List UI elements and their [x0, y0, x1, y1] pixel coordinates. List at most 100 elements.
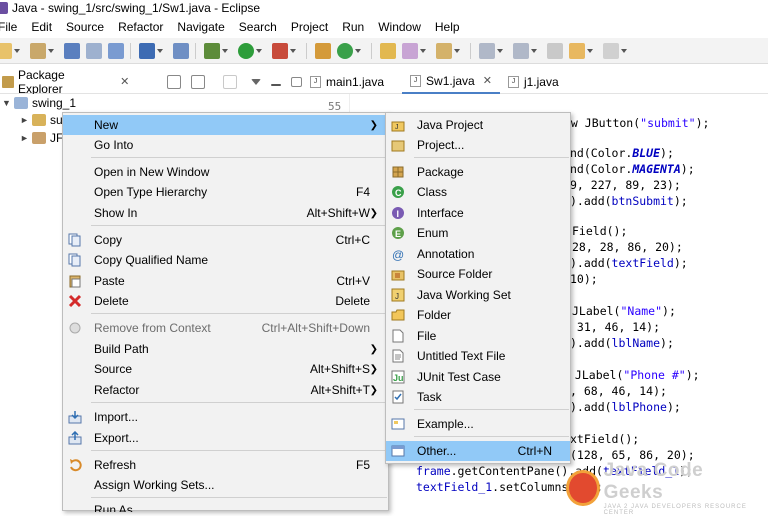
submenu-item-other[interactable]: Other... Ctrl+N: [386, 441, 570, 461]
focus-icon[interactable]: [223, 74, 238, 89]
shortcut-label: Ctrl+V: [336, 274, 370, 288]
submenu-item-folder[interactable]: Folder: [386, 305, 570, 325]
menu-item-show-in[interactable]: Show In Alt+Shift+W ❯: [63, 203, 388, 223]
menu-navigate[interactable]: Navigate: [177, 20, 224, 34]
menu-item-refresh[interactable]: Refresh F5: [63, 455, 388, 475]
dropdown-arrow-icon[interactable]: [48, 48, 54, 53]
package-explorer-tab[interactable]: Package Explorer: [18, 68, 112, 96]
submenu-item-java-project[interactable]: J Java Project: [386, 115, 570, 135]
submenu-item-enum[interactable]: E Enum: [386, 223, 570, 243]
previous-annotation-icon[interactable]: [513, 42, 529, 59]
tree-item-jre[interactable]: ► JF: [20, 131, 63, 145]
collapsed-arrow-icon[interactable]: ►: [20, 133, 32, 143]
submenu-item-class[interactable]: C Class: [386, 182, 570, 202]
forward-icon[interactable]: [603, 42, 619, 59]
tab-sw1-java[interactable]: J Sw1.java ✕: [402, 69, 500, 94]
submenu-item-file[interactable]: File: [386, 326, 570, 346]
menu-help[interactable]: Help: [435, 20, 460, 34]
print-icon[interactable]: [108, 42, 124, 59]
search-icon[interactable]: [402, 42, 418, 59]
external-tools-icon[interactable]: [272, 42, 288, 59]
dropdown-arrow-icon[interactable]: [222, 48, 228, 53]
submenu-item-source-folder[interactable]: Source Folder: [386, 264, 570, 284]
menu-item-delete[interactable]: Delete Delete: [63, 291, 388, 311]
close-icon[interactable]: ✕: [483, 74, 492, 87]
maximize-icon[interactable]: [291, 76, 303, 87]
menu-item-build-path[interactable]: Build Path ❯: [63, 339, 388, 359]
menu-source[interactable]: Source: [66, 20, 104, 34]
dropdown-arrow-icon[interactable]: [355, 48, 361, 53]
view-menu-icon[interactable]: [251, 78, 262, 85]
dropdown-arrow-icon[interactable]: [497, 48, 503, 53]
submenu-item-junit-test-case[interactable]: Ju JUnit Test Case: [386, 367, 570, 387]
dropdown-arrow-icon[interactable]: [587, 48, 593, 53]
menu-search[interactable]: Search: [239, 20, 277, 34]
submenu-item-example[interactable]: Example...: [386, 414, 570, 434]
submenu-item-java-working-set[interactable]: J Java Working Set: [386, 285, 570, 305]
tree-item-src[interactable]: ► su: [20, 113, 63, 127]
open-type-icon[interactable]: [380, 42, 396, 59]
code-line: , 68, 46, 14);: [570, 384, 667, 398]
last-edit-icon[interactable]: [547, 42, 563, 59]
menu-window[interactable]: Window: [378, 20, 421, 34]
dropdown-arrow-icon[interactable]: [420, 48, 426, 53]
new-wizard-icon[interactable]: [0, 42, 12, 59]
submenu-item-project[interactable]: Project...: [386, 135, 570, 155]
debug-icon[interactable]: [204, 42, 220, 59]
save-all-icon[interactable]: [86, 42, 102, 59]
tab-j1-java[interactable]: J j1.java: [500, 70, 567, 94]
tree-item-project[interactable]: ▼ swing_1: [2, 96, 76, 110]
run-icon[interactable]: [238, 42, 254, 59]
menu-item-new[interactable]: New ❯: [63, 115, 388, 135]
menu-item-go-into[interactable]: Go Into: [63, 135, 388, 155]
menu-item-assign-working-sets[interactable]: Assign Working Sets...: [63, 475, 388, 495]
new-java-package-icon[interactable]: [315, 42, 331, 59]
menu-run[interactable]: Run: [342, 20, 364, 34]
menu-item-label: Task: [417, 390, 442, 404]
dropdown-arrow-icon[interactable]: [531, 48, 537, 53]
collapse-all-icon[interactable]: [167, 74, 182, 89]
save-icon[interactable]: [64, 42, 80, 59]
menu-item-copy-qualified-name[interactable]: Copy Qualified Name: [63, 250, 388, 270]
submenu-item-interface[interactable]: I Interface: [386, 203, 570, 223]
close-icon[interactable]: ✕: [120, 75, 129, 88]
menu-item-refactor[interactable]: Refactor Alt+Shift+T ❯: [63, 380, 388, 400]
submenu-item-task[interactable]: Task: [386, 387, 570, 407]
menu-item-export[interactable]: Export...: [63, 428, 388, 448]
code-line: 31, 46, 14);: [570, 320, 661, 334]
dropdown-arrow-icon[interactable]: [621, 48, 627, 53]
dropdown-arrow-icon[interactable]: [256, 48, 262, 53]
submenu-item-package[interactable]: Package: [386, 162, 570, 182]
menu-item-import[interactable]: Import...: [63, 407, 388, 427]
shortcut-label: Delete: [335, 294, 370, 308]
back-icon[interactable]: [569, 42, 585, 59]
menu-project[interactable]: Project: [291, 20, 328, 34]
collapsed-arrow-icon[interactable]: ►: [20, 115, 32, 125]
submenu-item-untitled-text-file[interactable]: Untitled Text File: [386, 346, 570, 366]
expanded-arrow-icon[interactable]: ▼: [2, 98, 14, 108]
menu-file[interactable]: File: [0, 20, 17, 34]
skip-breakpoints-icon[interactable]: [139, 42, 155, 59]
open-icon[interactable]: [30, 42, 46, 59]
menu-item-copy[interactable]: Copy Ctrl+C: [63, 230, 388, 250]
menu-item-open-in-new-window[interactable]: Open in New Window: [63, 162, 388, 182]
new-java-class-icon[interactable]: [337, 42, 353, 59]
dropdown-arrow-icon[interactable]: [14, 48, 20, 53]
dropdown-arrow-icon[interactable]: [454, 48, 460, 53]
menu-item-open-type-hierarchy[interactable]: Open Type Hierarchy F4: [63, 182, 388, 202]
tab-main1-java[interactable]: J main1.java: [302, 70, 392, 94]
menu-edit[interactable]: Edit: [31, 20, 52, 34]
minimize-icon[interactable]: [271, 83, 282, 86]
menu-item-paste[interactable]: Paste Ctrl+V: [63, 271, 388, 291]
menu-refactor[interactable]: Refactor: [118, 20, 163, 34]
link-editor-icon[interactable]: [191, 74, 206, 89]
dropdown-arrow-icon[interactable]: [157, 48, 163, 53]
annotation-nav-icon[interactable]: [436, 42, 452, 59]
dropdown-arrow-icon[interactable]: [290, 48, 296, 53]
next-annotation-icon[interactable]: [479, 42, 495, 59]
shortcut-label: Alt+Shift+T: [310, 383, 370, 397]
submenu-item-annotation[interactable]: @ Annotation: [386, 244, 570, 264]
menu-item-source[interactable]: Source Alt+Shift+S ❯: [63, 359, 388, 379]
toggle-icon[interactable]: [173, 42, 189, 59]
tab-label: j1.java: [523, 74, 559, 89]
